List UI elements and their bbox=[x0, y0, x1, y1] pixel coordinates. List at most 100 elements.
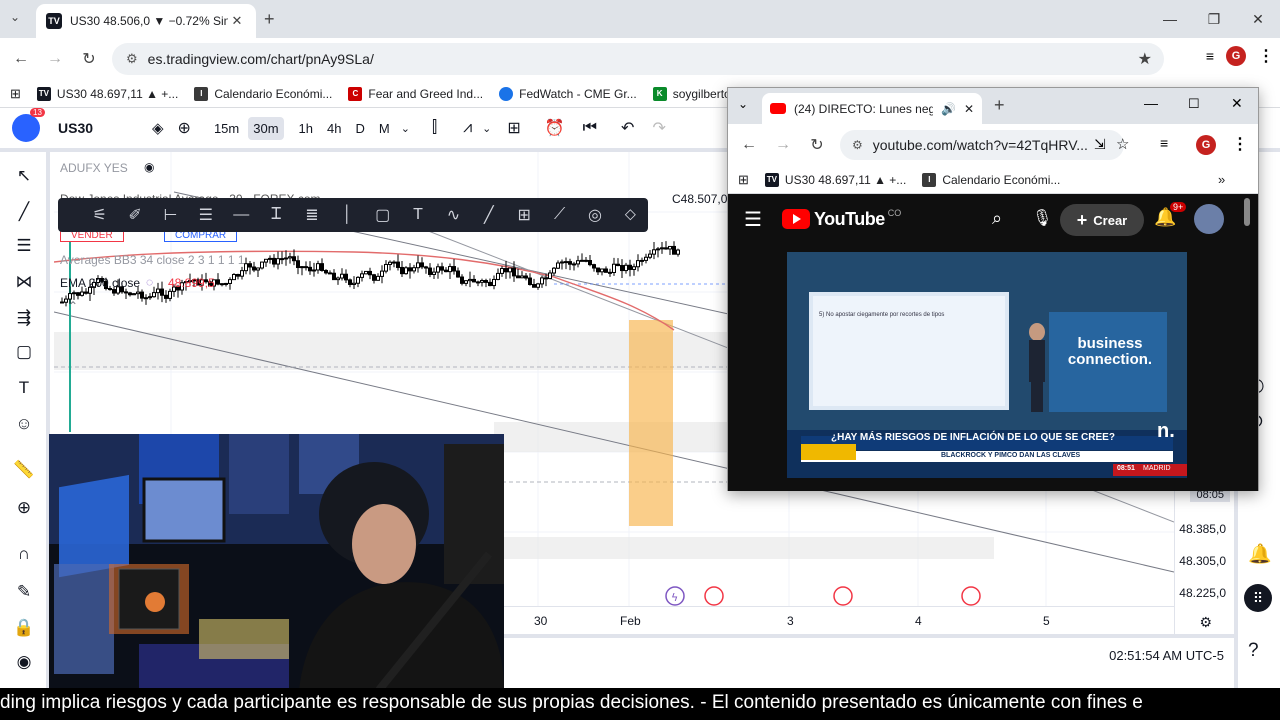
close-icon[interactable]: ✕ bbox=[228, 13, 246, 29]
indicators-icon[interactable]: ⩘ bbox=[463, 119, 472, 137]
text-icon[interactable]: T bbox=[12, 378, 36, 398]
forward-icon[interactable]: → bbox=[766, 136, 800, 154]
create-button[interactable]: + Crear bbox=[1060, 204, 1144, 236]
fib-icon[interactable]: ☰ bbox=[12, 236, 36, 256]
bookmark-star-icon[interactable]: ★ bbox=[1138, 49, 1152, 69]
minimize-icon[interactable]: — bbox=[1144, 95, 1158, 111]
reload-icon[interactable]: ↻ bbox=[72, 49, 106, 69]
circle-icon[interactable]: ◎ bbox=[577, 205, 612, 225]
url-field[interactable]: ⚙ es.tradingview.com/chart/pnAy9SLa/ ★ bbox=[112, 43, 1164, 75]
eye-icon[interactable]: ◉ bbox=[12, 652, 36, 672]
minimize-icon[interactable]: — bbox=[1148, 0, 1192, 38]
youtube-logo-text[interactable]: YouTube bbox=[814, 209, 885, 230]
ruler-icon[interactable]: 📏 bbox=[12, 460, 36, 480]
bookmark-item[interactable]: FedWatch - CME Gr... bbox=[499, 86, 637, 101]
apps-icon[interactable]: ⠿ bbox=[1244, 584, 1272, 612]
site-info-icon[interactable]: ⚙ bbox=[126, 51, 138, 67]
scrollbar-thumb[interactable] bbox=[1244, 198, 1250, 226]
interval-30m[interactable]: 30m bbox=[248, 116, 284, 140]
interval-m[interactable]: M bbox=[374, 117, 395, 140]
diamond-icon[interactable]: ⬦ bbox=[613, 206, 648, 224]
text-tool-icon[interactable]: Ꮖ bbox=[259, 206, 294, 224]
new-tab-icon[interactable]: + bbox=[264, 9, 275, 30]
audio-icon[interactable]: 🔊 bbox=[941, 102, 956, 116]
close-window-icon[interactable]: ✕ bbox=[1236, 0, 1280, 38]
brush-icon[interactable]: ✎ bbox=[12, 582, 36, 602]
magnet-icon[interactable]: ∩ bbox=[12, 544, 36, 564]
site-info-icon[interactable]: ⚙ bbox=[852, 138, 863, 152]
horizontal-ray-icon[interactable]: — bbox=[224, 206, 259, 224]
rectangle-icon[interactable]: ▢ bbox=[365, 205, 400, 225]
notifications-bell-icon[interactable]: 🔔 bbox=[1248, 542, 1272, 566]
clock-readout[interactable]: 02:51:54 AM UTC-5 bbox=[1109, 648, 1224, 663]
tab-search-icon[interactable]: ⌄ bbox=[10, 10, 20, 24]
line-icon[interactable]: ╱ bbox=[471, 205, 506, 225]
user-avatar[interactable] bbox=[1194, 204, 1224, 234]
reload-icon[interactable]: ↻ bbox=[800, 135, 834, 155]
collapse-legend-icon[interactable]: ⌃ bbox=[68, 299, 78, 313]
back-icon[interactable]: ← bbox=[732, 136, 766, 154]
settings-icon[interactable]: ⚙ bbox=[1199, 614, 1212, 631]
help-icon[interactable]: ? bbox=[1248, 640, 1259, 662]
emoji-icon[interactable]: ☺ bbox=[12, 414, 36, 434]
alert-icon[interactable]: ◈ bbox=[152, 119, 164, 137]
pattern-icon[interactable]: ⋈ bbox=[12, 272, 36, 292]
pen-icon[interactable]: ✐ bbox=[117, 205, 152, 225]
bookmark-item[interactable]: I Calendario Económi... bbox=[194, 86, 332, 101]
new-tab-icon[interactable]: + bbox=[994, 95, 1005, 116]
redo-icon[interactable]: ↷ bbox=[652, 118, 665, 138]
video-player[interactable]: 5) No apostar ciegamente por recortes de… bbox=[787, 252, 1187, 478]
bookmark-star-icon[interactable]: ☆ bbox=[1116, 135, 1129, 153]
apps-grid-icon[interactable]: ⊞ bbox=[10, 86, 21, 102]
bookmark-item[interactable]: C Fear and Greed Ind... bbox=[348, 86, 483, 101]
fib-retracement-icon[interactable]: ☰ bbox=[188, 205, 223, 225]
close-window-icon[interactable]: ✕ bbox=[1231, 95, 1243, 112]
alert-clock-icon[interactable]: ⏰ bbox=[545, 118, 565, 138]
menu-icon[interactable]: ⋮ bbox=[1232, 134, 1248, 154]
trendline-icon[interactable]: ╱ bbox=[12, 202, 36, 222]
path-icon[interactable]: ∿ bbox=[436, 205, 471, 225]
add-symbol-icon[interactable]: ⊕ bbox=[178, 118, 191, 138]
restore-icon[interactable]: ❐ bbox=[1192, 0, 1236, 38]
install-icon[interactable]: ⇲ bbox=[1094, 136, 1106, 153]
search-icon[interactable]: ⌕ bbox=[992, 208, 1002, 229]
lock-icon[interactable]: 🔒 bbox=[12, 618, 36, 638]
youtube-logo-icon[interactable] bbox=[781, 209, 810, 229]
interval-1h[interactable]: 1h bbox=[294, 117, 318, 140]
tab-search-icon[interactable]: ⌄ bbox=[738, 97, 748, 111]
text-icon[interactable]: T bbox=[400, 206, 435, 224]
eye-icon[interactable]: ◉ bbox=[144, 160, 154, 174]
close-icon[interactable]: ✕ bbox=[964, 102, 974, 116]
cursor-icon[interactable]: ↖ bbox=[12, 166, 36, 186]
vertical-line-icon[interactable]: │ bbox=[330, 206, 365, 224]
layout-icon[interactable]: ⊞ bbox=[507, 118, 520, 138]
bookmark-item[interactable]: I Calendario Económi... bbox=[922, 172, 1060, 187]
profile-avatar[interactable]: G bbox=[1196, 135, 1216, 155]
more-bookmarks-icon[interactable]: » bbox=[1218, 172, 1225, 187]
media-control-icon[interactable]: ≡ bbox=[1206, 48, 1214, 64]
back-icon[interactable]: ← bbox=[4, 50, 38, 68]
yt-url-field[interactable]: ⚙ youtube.com/watch?v=42TqHRV... bbox=[840, 130, 1124, 160]
grid-icon[interactable]: ⊞ bbox=[507, 205, 542, 225]
candles-icon[interactable]: ⫿ bbox=[432, 119, 437, 137]
maximize-icon[interactable]: ☐ bbox=[1188, 96, 1200, 112]
chevron-down-icon[interactable]: ⌄ bbox=[482, 122, 491, 135]
user-avatar[interactable]: 13 bbox=[12, 108, 45, 142]
menu-icon[interactable]: ⋮ bbox=[1258, 46, 1274, 66]
forecast-icon[interactable]: ⇶ bbox=[12, 308, 36, 328]
microphone-icon[interactable]: 🎙 bbox=[1032, 208, 1052, 228]
bookmark-item[interactable]: TV US30 48.697,11 ▲ +... bbox=[764, 172, 906, 187]
zoom-icon[interactable]: ⊕ bbox=[12, 498, 36, 518]
parallel-channel-icon[interactable]: ≣ bbox=[294, 205, 329, 225]
replay-icon[interactable]: ⏮ bbox=[583, 119, 597, 137]
interval-4h[interactable]: 4h bbox=[322, 117, 346, 140]
time-axis[interactable]: 30 Feb 3 4 5 bbox=[504, 606, 1174, 634]
profile-avatar[interactable]: G bbox=[1226, 46, 1246, 66]
brush-icon[interactable]: ⟋ bbox=[542, 206, 577, 224]
interval-15m[interactable]: 15m bbox=[209, 117, 244, 140]
tab-tradingview[interactable]: TV US30 48.506,0 ▼ −0.72% Sin no ✕ bbox=[36, 4, 256, 38]
media-control-icon[interactable]: ≡ bbox=[1160, 135, 1168, 151]
hamburger-menu-icon[interactable]: ☰ bbox=[744, 207, 762, 232]
undo-icon[interactable]: ↶ bbox=[621, 118, 634, 138]
settings-icon[interactable]: ⚟ bbox=[82, 205, 117, 225]
